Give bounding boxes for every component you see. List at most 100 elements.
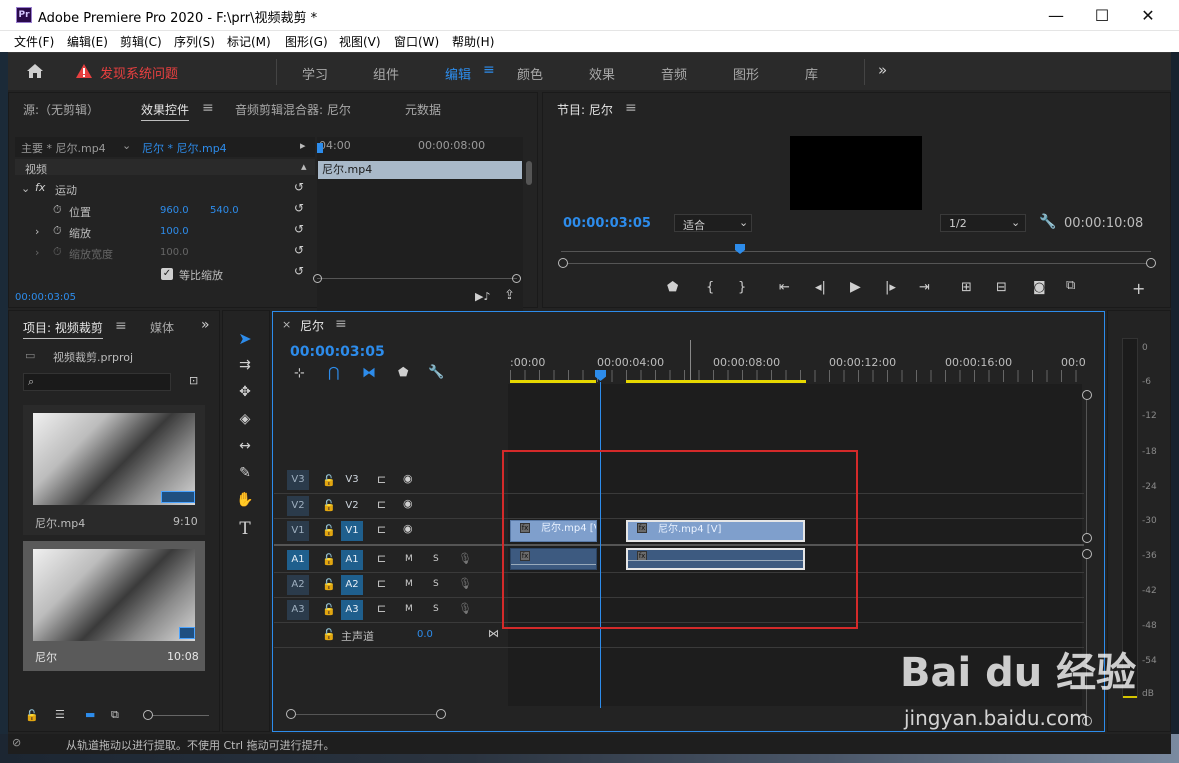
play-icon[interactable]: ▶ bbox=[850, 279, 861, 295]
tab-audio-clip-mixer[interactable]: 音频剪辑混合器: 尼尔 bbox=[235, 101, 351, 118]
mark-in-icon[interactable]: { bbox=[706, 280, 714, 295]
ripple-edit-tool-icon[interactable]: ✥ bbox=[233, 384, 257, 406]
mute-button[interactable]: M bbox=[405, 604, 413, 614]
lock-icon[interactable]: 🔓 bbox=[322, 578, 336, 591]
work-area-bar[interactable] bbox=[626, 380, 806, 383]
scroll-handle[interactable] bbox=[558, 258, 568, 268]
stopwatch-icon[interactable]: ⏱ bbox=[53, 245, 62, 259]
mark-out-icon[interactable]: } bbox=[738, 280, 746, 295]
scrubber-ruler[interactable] bbox=[561, 251, 1151, 252]
workspace-effects[interactable]: 效果 bbox=[589, 64, 615, 83]
fx-icon[interactable]: fx bbox=[35, 181, 45, 194]
menu-graphics[interactable]: 图形(G) bbox=[285, 33, 328, 50]
lock-icon[interactable]: 🔓 bbox=[322, 603, 336, 616]
workspace-editing[interactable]: 编辑 bbox=[445, 64, 471, 83]
effect-timecode[interactable]: 00:00:03:05 bbox=[15, 292, 76, 303]
work-area-bar[interactable] bbox=[510, 380, 596, 383]
reset-icon[interactable]: ↺ bbox=[294, 243, 304, 257]
program-playhead[interactable] bbox=[735, 244, 745, 254]
scroll-handle[interactable] bbox=[1146, 258, 1156, 268]
more-workspaces-button[interactable]: » bbox=[878, 61, 887, 79]
extract-icon[interactable]: ⊟ bbox=[996, 280, 1007, 295]
export-frame-icon[interactable]: ◙ bbox=[1033, 280, 1046, 295]
master-clip-label[interactable]: 主要 * 尼尔.mp4 bbox=[21, 140, 106, 156]
position-y-value[interactable]: 540.0 bbox=[210, 205, 239, 216]
selection-tool-icon[interactable]: ➤ bbox=[233, 329, 257, 351]
track-select-tool-icon[interactable]: ⇉ bbox=[233, 357, 257, 379]
track-target[interactable]: V2 bbox=[341, 496, 363, 516]
timeline-tab[interactable]: 尼尔 bbox=[300, 317, 324, 334]
zoom-scrollbar[interactable] bbox=[561, 263, 1151, 264]
snap-icon[interactable]: ⋂ bbox=[328, 365, 339, 381]
workspace-menu-icon[interactable]: ≡ bbox=[483, 62, 495, 78]
program-video-frame[interactable] bbox=[790, 136, 922, 210]
expand-arrow-icon[interactable]: › bbox=[35, 246, 39, 259]
resolution-dropdown[interactable]: 1/2 ⌄ bbox=[940, 214, 1026, 232]
menu-window[interactable]: 窗口(W) bbox=[394, 33, 439, 50]
go-to-out-icon[interactable]: ⇥ bbox=[919, 280, 930, 295]
go-to-in-icon[interactable]: ⇤ bbox=[779, 280, 790, 295]
play-only-audio-icon[interactable]: ▸ bbox=[300, 139, 306, 152]
track-source-patch[interactable]: A2 bbox=[287, 575, 309, 595]
menu-view[interactable]: 视图(V) bbox=[339, 33, 381, 50]
horizontal-scrollbar[interactable] bbox=[317, 278, 517, 279]
position-x-value[interactable]: 960.0 bbox=[160, 205, 189, 216]
sync-lock-icon[interactable]: ⊏ bbox=[377, 552, 386, 565]
sync-lock-icon[interactable]: ⊏ bbox=[377, 602, 386, 615]
tab-metadata[interactable]: 元数据 bbox=[405, 101, 441, 118]
wrench-icon[interactable]: 🔧 bbox=[1039, 214, 1056, 230]
eye-icon[interactable]: ◉ bbox=[403, 497, 413, 510]
lock-icon[interactable]: 🔓 bbox=[322, 553, 336, 566]
project-item[interactable]: 尼尔.mp4 9:10 bbox=[23, 405, 205, 535]
scroll-handle[interactable] bbox=[286, 709, 296, 719]
menu-sequence[interactable]: 序列(S) bbox=[174, 33, 215, 50]
razor-tool-icon[interactable]: ◈ bbox=[233, 411, 257, 433]
track-target[interactable]: A1 bbox=[341, 550, 363, 570]
mute-button[interactable]: M bbox=[405, 579, 413, 589]
vertical-scrollbar[interactable] bbox=[526, 161, 532, 185]
comparison-view-icon[interactable]: ⧉ bbox=[1066, 278, 1075, 293]
sync-lock-icon[interactable]: ⊏ bbox=[377, 577, 386, 590]
workspace-audio[interactable]: 音频 bbox=[661, 64, 687, 83]
sync-lock-icon[interactable]: ⊏ bbox=[377, 473, 386, 486]
add-marker-icon[interactable]: ⬟ bbox=[667, 280, 678, 295]
reset-icon[interactable]: ↺ bbox=[294, 201, 304, 215]
minimize-button[interactable]: — bbox=[1033, 0, 1079, 31]
scroll-handle[interactable] bbox=[512, 274, 521, 283]
microphone-icon[interactable]: 🎙 bbox=[458, 552, 472, 565]
panel-menu-icon[interactable]: ≡ bbox=[335, 316, 347, 332]
hand-tool-icon[interactable]: ✋ bbox=[233, 492, 257, 514]
track-source-patch[interactable]: A3 bbox=[287, 600, 309, 620]
stopwatch-icon[interactable]: ⏱ bbox=[53, 224, 62, 238]
home-icon[interactable] bbox=[26, 63, 44, 79]
project-search-input[interactable]: ⌕ bbox=[23, 373, 171, 391]
close-button[interactable]: ✕ bbox=[1125, 0, 1171, 31]
collapse-icon[interactable]: ▴ bbox=[301, 160, 307, 173]
export-icon[interactable]: ⇪ bbox=[504, 288, 515, 303]
tab-project[interactable]: 项目: 视频裁剪 bbox=[23, 319, 103, 339]
go-to-end-icon[interactable]: ⋈ bbox=[488, 627, 499, 640]
scale-value[interactable]: 100.0 bbox=[160, 226, 189, 237]
chevron-down-icon[interactable]: ⌄ bbox=[122, 139, 131, 152]
workspace-color[interactable]: 颜色 bbox=[517, 64, 543, 83]
eye-icon[interactable]: ◉ bbox=[403, 472, 413, 485]
sync-lock-icon[interactable]: ⊏ bbox=[377, 523, 386, 536]
button-editor-icon[interactable]: + bbox=[1132, 279, 1145, 298]
zoom-slider[interactable] bbox=[153, 715, 209, 716]
lock-icon[interactable]: 🔓 bbox=[322, 474, 336, 487]
more-tabs-icon[interactable]: » bbox=[201, 317, 210, 333]
warning-icon[interactable] bbox=[76, 64, 92, 78]
uniform-scale-checkbox[interactable]: ✓ bbox=[161, 268, 173, 280]
workspace-graphics[interactable]: 图形 bbox=[733, 64, 759, 83]
timeline-settings-icon[interactable]: 🔧 bbox=[428, 365, 444, 380]
menu-help[interactable]: 帮助(H) bbox=[452, 33, 494, 50]
lock-icon[interactable]: 🔓 bbox=[322, 499, 336, 512]
track-target[interactable]: A2 bbox=[341, 575, 363, 595]
track-source-patch[interactable]: V2 bbox=[287, 496, 309, 516]
new-search-bin-icon[interactable]: ⊡ bbox=[189, 374, 198, 387]
menu-edit[interactable]: 编辑(E) bbox=[67, 33, 108, 50]
timeline-timecode[interactable]: 00:00:03:05 bbox=[290, 344, 385, 360]
timeline-horizontal-scrollbar[interactable] bbox=[291, 714, 441, 715]
solo-button[interactable]: S bbox=[433, 554, 439, 564]
menu-markers[interactable]: 标记(M) bbox=[227, 33, 271, 50]
